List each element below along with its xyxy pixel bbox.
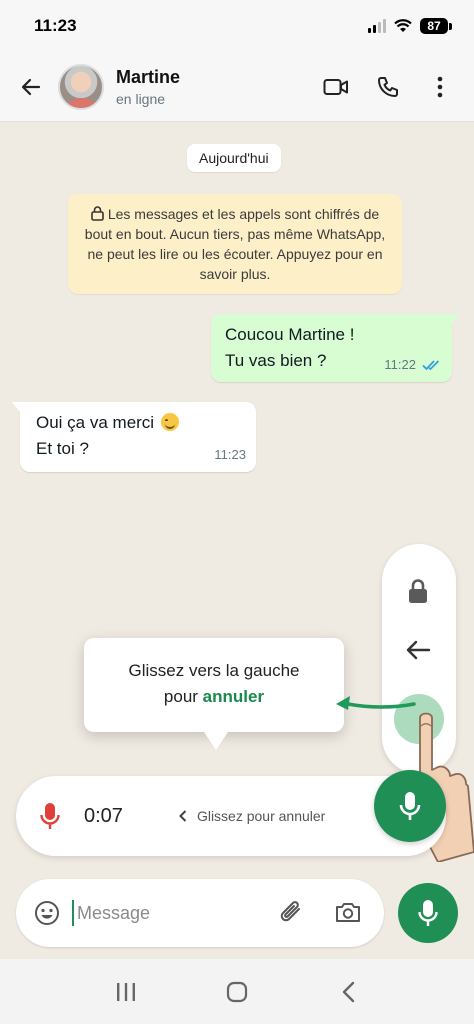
contact-info[interactable]: Martine en ligne bbox=[116, 67, 310, 107]
tooltip-prefix: pour bbox=[163, 687, 203, 706]
message-line: Oui ça va merci bbox=[36, 410, 240, 436]
system-nav-bar bbox=[0, 959, 474, 1024]
header-actions bbox=[310, 62, 466, 112]
tooltip-accent: annuler bbox=[202, 687, 265, 706]
phone-icon bbox=[378, 76, 398, 97]
status-bar: 11:23 87 bbox=[0, 0, 474, 52]
message-line: Et toi ? bbox=[36, 439, 89, 458]
mic-icon bbox=[40, 803, 60, 829]
phone-call-button[interactable] bbox=[362, 62, 414, 112]
swipe-tooltip: Glissez vers la gauche pour annuler bbox=[84, 638, 344, 750]
recording-timer: 0:07 bbox=[84, 804, 123, 827]
message-outgoing[interactable]: Coucou Martine ! Tu vas bien ? 11:22 bbox=[211, 314, 460, 382]
paperclip-icon bbox=[280, 901, 300, 922]
back-nav-button[interactable] bbox=[328, 972, 368, 1012]
battery-indicator: 87 bbox=[420, 18, 452, 34]
contact-status: en ligne bbox=[116, 90, 166, 107]
chevron-left-icon bbox=[343, 981, 355, 1002]
recording-mic-button[interactable] bbox=[374, 770, 446, 842]
date-chip: Aujourd'hui bbox=[187, 144, 281, 172]
status-time: 11:23 bbox=[34, 16, 77, 35]
avatar[interactable] bbox=[58, 63, 104, 110]
chat-header: Martine en ligne bbox=[0, 52, 474, 122]
attach-button[interactable] bbox=[278, 900, 306, 931]
message-time: 11:22 bbox=[384, 357, 416, 372]
signal-icon bbox=[368, 19, 386, 33]
message-meta: 11:23 bbox=[214, 442, 246, 468]
home-icon bbox=[226, 981, 248, 1002]
message-incoming[interactable]: Oui ça va merci Et toi ? 11:23 bbox=[12, 402, 256, 472]
voice-message-button[interactable] bbox=[398, 883, 458, 943]
chat-area: Aujourd'hui Les messages et les appels s… bbox=[0, 122, 474, 867]
swipe-to-cancel-hint: Glissez pour annuler bbox=[179, 808, 325, 824]
recording-mic bbox=[38, 802, 62, 830]
video-call-button[interactable] bbox=[310, 62, 362, 112]
lock-icon bbox=[91, 206, 104, 221]
smiling-face-emoji-icon bbox=[160, 413, 179, 431]
mic-icon bbox=[418, 900, 438, 926]
emoji-icon bbox=[35, 901, 59, 925]
message-time: 11:23 bbox=[214, 447, 246, 462]
video-call-icon bbox=[323, 78, 348, 95]
home-button[interactable] bbox=[217, 972, 257, 1012]
recent-apps-button[interactable] bbox=[106, 972, 146, 1012]
message-composer: Message bbox=[16, 879, 384, 947]
composer: Message bbox=[0, 867, 474, 959]
wifi-icon bbox=[394, 19, 412, 32]
message-meta: 11:22 bbox=[384, 352, 442, 378]
lock-icon bbox=[409, 579, 427, 603]
status-icons: 87 bbox=[368, 18, 452, 34]
swipe-left-arrow-icon bbox=[336, 696, 416, 710]
tooltip-line: pour annuler bbox=[84, 684, 344, 710]
recent-apps-icon bbox=[116, 982, 135, 1001]
arrow-left-icon bbox=[406, 640, 431, 660]
chevron-left-icon bbox=[179, 810, 187, 822]
message-line-text: Oui ça va merci bbox=[36, 413, 155, 432]
camera-icon bbox=[336, 903, 360, 922]
camera-button[interactable] bbox=[334, 900, 362, 929]
back-button[interactable] bbox=[6, 62, 56, 112]
mic-icon bbox=[399, 792, 421, 820]
message-line: Coucou Martine ! bbox=[225, 325, 355, 344]
more-vert-icon bbox=[437, 76, 443, 97]
tooltip-line: Glissez vers la gauche bbox=[128, 661, 300, 680]
contact-name: Martine bbox=[116, 66, 181, 87]
message-input[interactable]: Message bbox=[72, 900, 242, 926]
read-ticks-icon bbox=[422, 360, 440, 371]
back-arrow-icon bbox=[21, 78, 41, 95]
swipe-hint-text: Glissez pour annuler bbox=[196, 808, 326, 824]
emoji-button[interactable] bbox=[34, 900, 60, 926]
more-options-button[interactable] bbox=[414, 62, 466, 112]
encryption-notice-text: Les messages et les appels sont chiffrés… bbox=[84, 206, 386, 282]
encryption-notice[interactable]: Les messages et les appels sont chiffrés… bbox=[68, 194, 402, 294]
